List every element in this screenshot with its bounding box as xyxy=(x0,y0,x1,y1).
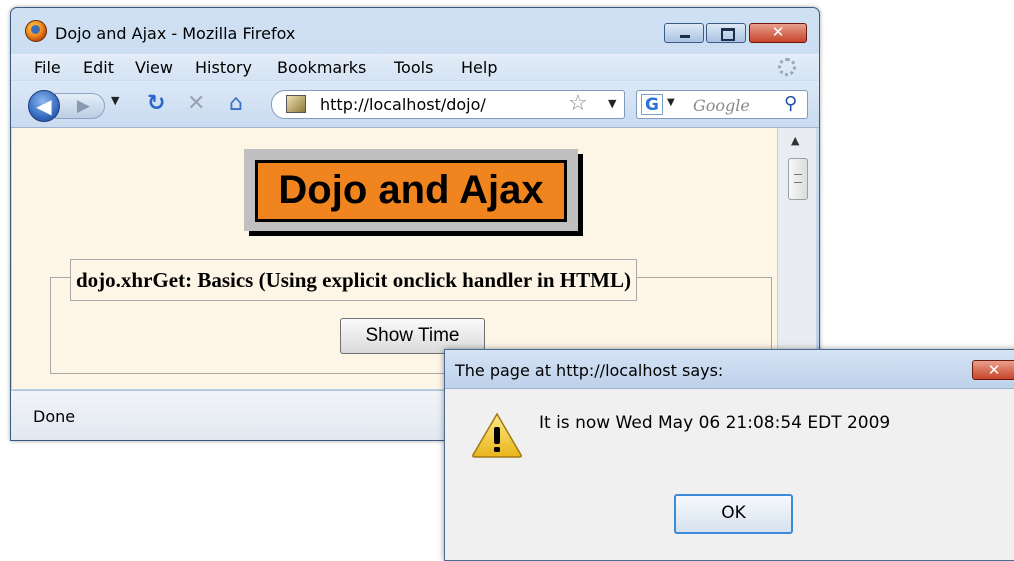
menu-bar: File Edit View History Bookmarks Tools H… xyxy=(11,54,819,80)
menu-bookmarks[interactable]: Bookmarks xyxy=(277,58,366,77)
url-bar[interactable]: http://localhost/dojo/ ☆ ▼ xyxy=(271,90,625,119)
search-icon[interactable]: ⚲ xyxy=(784,93,797,114)
reload-icon[interactable]: ↻ xyxy=(147,92,165,116)
menu-file[interactable]: File xyxy=(34,58,61,77)
home-icon[interactable]: ⌂ xyxy=(229,92,243,116)
stop-icon[interactable]: ✕ xyxy=(187,92,205,116)
dialog-message: It is now Wed May 06 21:08:54 EDT 2009 xyxy=(539,413,891,433)
menu-help[interactable]: Help xyxy=(461,58,497,77)
status-text: Done xyxy=(33,407,76,426)
menu-edit[interactable]: Edit xyxy=(83,58,114,77)
ok-button[interactable]: OK xyxy=(674,494,793,534)
history-dropdown-icon[interactable]: ▼ xyxy=(111,94,119,107)
minimize-button[interactable] xyxy=(664,23,704,43)
throbber-icon xyxy=(778,58,796,76)
banner: Dojo and Ajax xyxy=(244,149,578,231)
navigation-toolbar: ▶ ◀ ▼ ↻ ✕ ⌂ http://localhost/dojo/ ☆ ▼ G… xyxy=(11,81,819,128)
menu-tools[interactable]: Tools xyxy=(394,58,433,77)
dialog-title: The page at http://localhost says: xyxy=(455,361,724,380)
back-button[interactable]: ◀ xyxy=(28,90,60,122)
warning-icon xyxy=(472,412,522,458)
title-bar[interactable]: Dojo and Ajax - Mozilla Firefox ✕ xyxy=(11,8,819,50)
scrollbar-thumb[interactable] xyxy=(788,158,808,200)
page-title: Dojo and Ajax xyxy=(255,160,567,222)
fieldset-legend: dojo.xhrGet: Basics (Using explicit oncl… xyxy=(70,259,637,301)
search-engine-dropdown-icon[interactable]: ▼ xyxy=(667,97,675,108)
dialog-close-button[interactable]: ✕ xyxy=(972,360,1014,380)
menu-view[interactable]: View xyxy=(135,58,173,77)
alert-dialog: The page at http://localhost says: ✕ It … xyxy=(444,349,1014,561)
scroll-up-icon[interactable]: ▲ xyxy=(791,134,799,147)
google-engine-icon[interactable]: G xyxy=(641,94,663,115)
firefox-logo-icon xyxy=(25,20,47,42)
close-button[interactable]: ✕ xyxy=(749,23,807,43)
dialog-title-bar[interactable]: The page at http://localhost says: ✕ xyxy=(445,350,1014,389)
url-input[interactable]: http://localhost/dojo/ xyxy=(320,95,486,114)
site-favicon-icon xyxy=(286,95,306,113)
window-title: Dojo and Ajax - Mozilla Firefox xyxy=(55,24,296,43)
menu-history[interactable]: History xyxy=(195,58,252,77)
search-input[interactable]: Google xyxy=(693,96,750,115)
maximize-button[interactable] xyxy=(706,23,746,43)
bookmark-star-icon[interactable]: ☆ xyxy=(568,91,588,116)
url-dropdown-icon[interactable]: ▼ xyxy=(608,97,616,110)
forward-button[interactable]: ▶ xyxy=(55,93,105,119)
search-bar[interactable]: G ▼ Google ⚲ xyxy=(636,90,808,119)
